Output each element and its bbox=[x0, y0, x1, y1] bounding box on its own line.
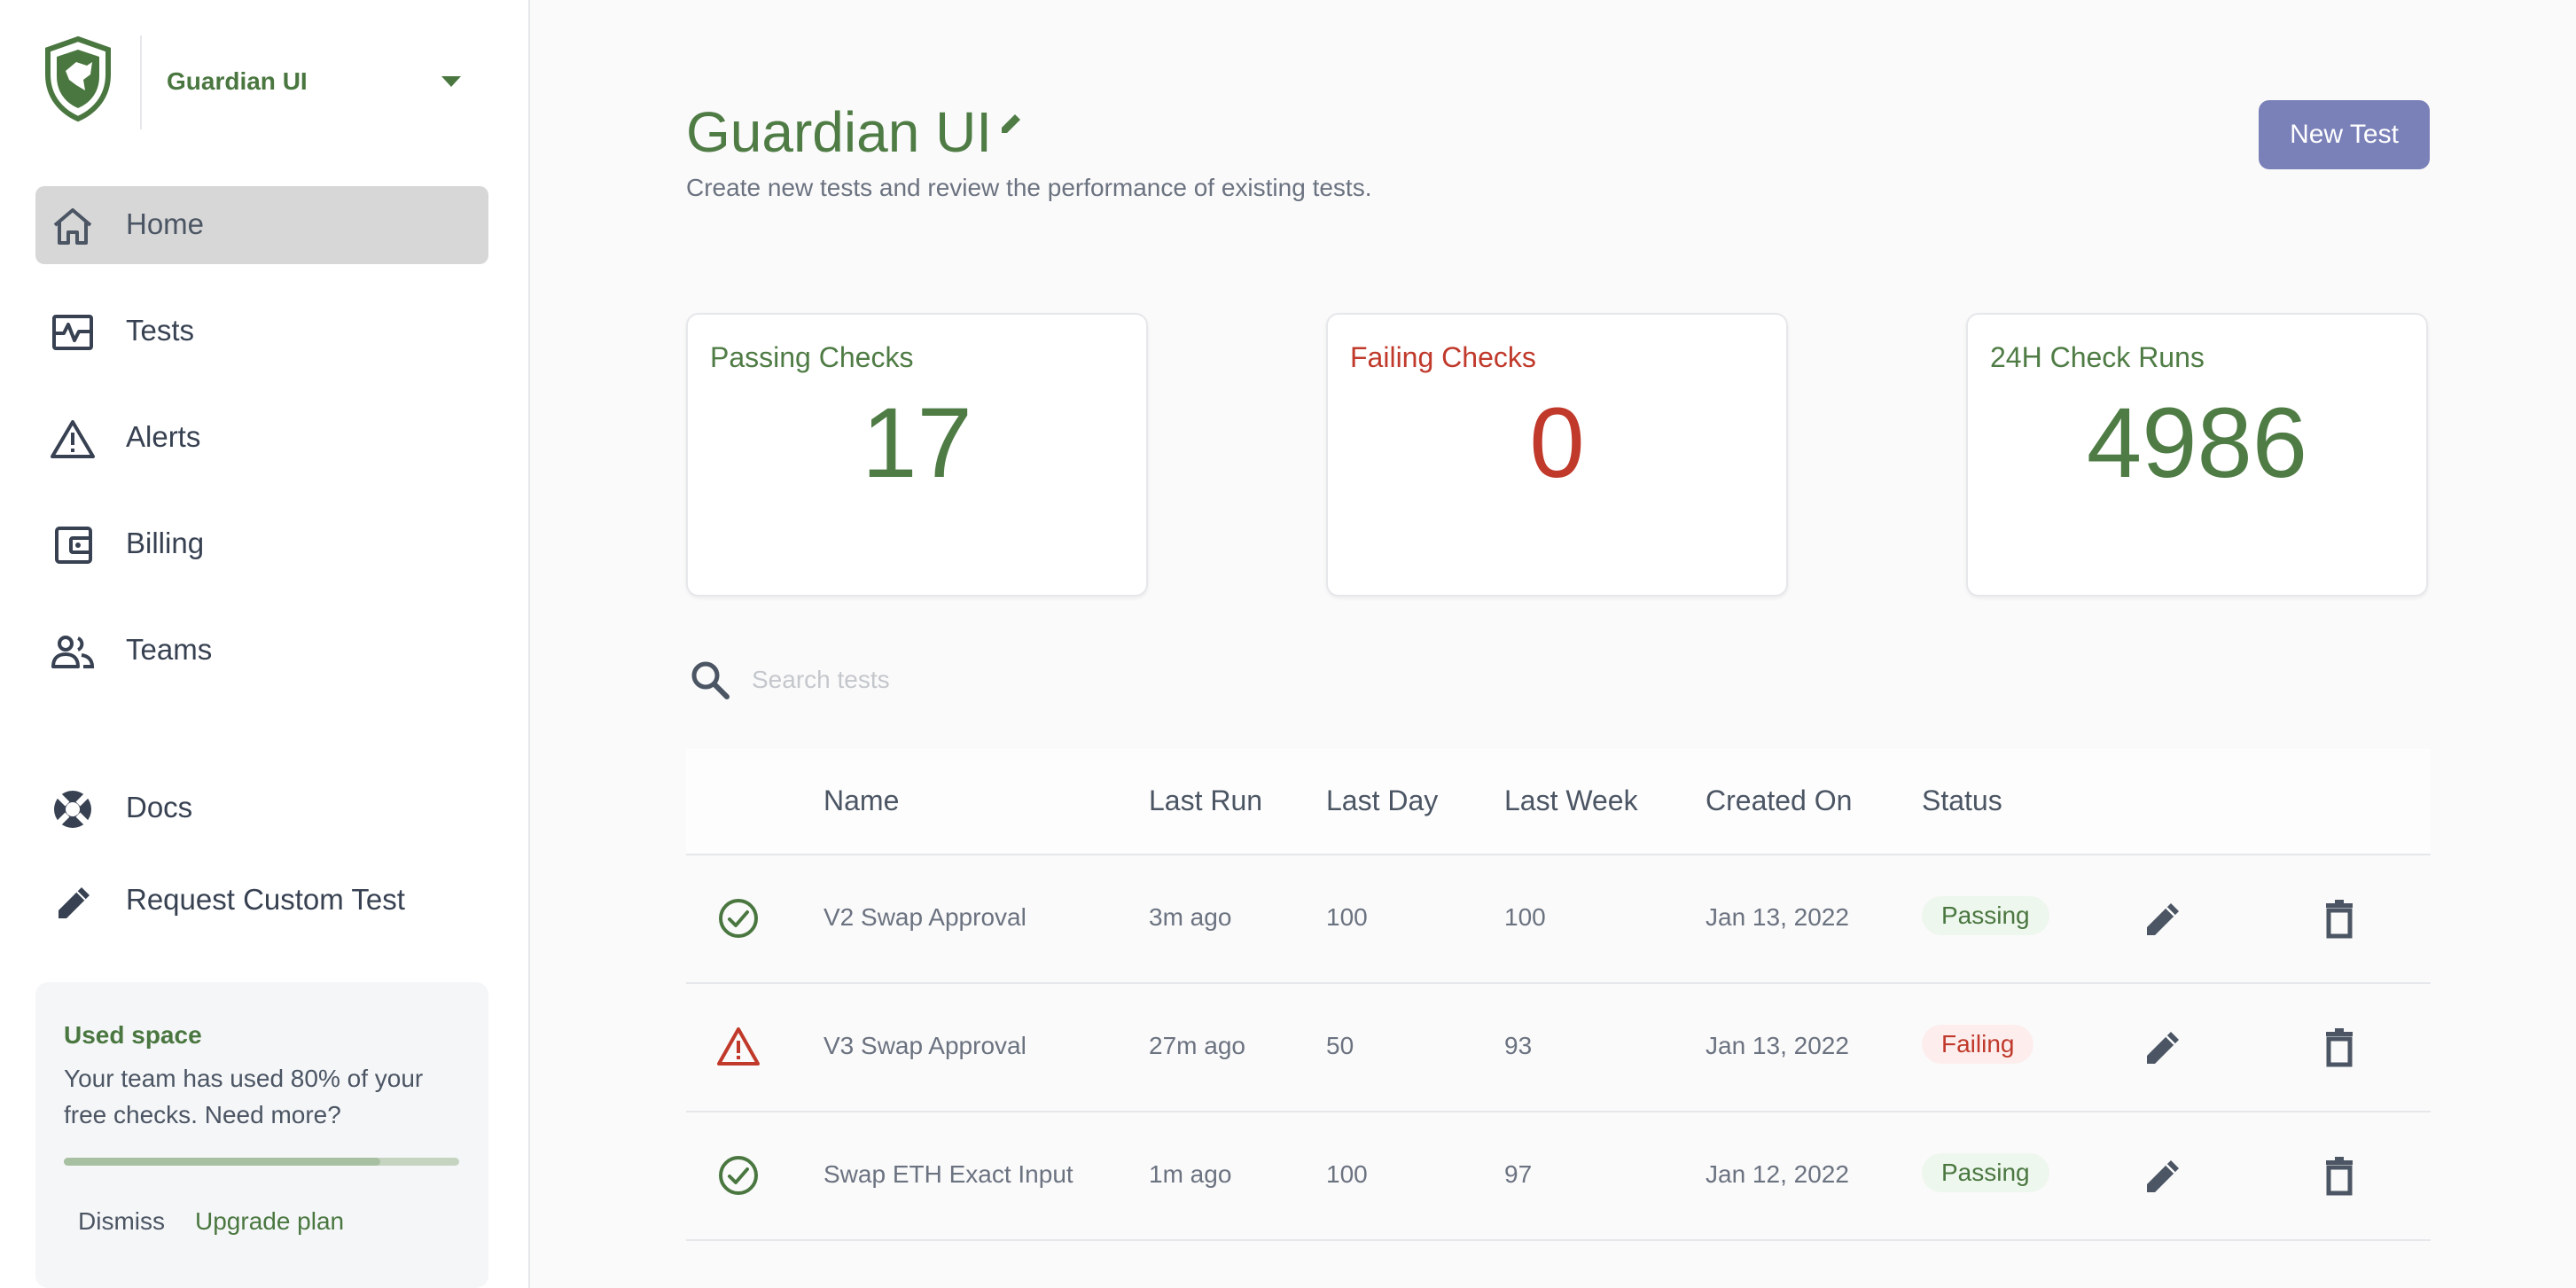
brand-divider bbox=[140, 35, 142, 129]
usage-progress-bar bbox=[64, 1158, 459, 1166]
sidebar: Guardian UI Home Tests Alerts Billing Te… bbox=[0, 0, 530, 1288]
column-header-status[interactable]: Status bbox=[1922, 785, 2002, 817]
nav-item-request-custom-test[interactable]: Request Custom Test bbox=[35, 862, 488, 940]
trash-icon[interactable] bbox=[2317, 896, 2361, 941]
last-day: 100 bbox=[1326, 903, 1368, 931]
dismiss-button[interactable]: Dismiss bbox=[78, 1207, 165, 1236]
nav-item-docs[interactable]: Docs bbox=[35, 769, 488, 847]
warning-icon bbox=[51, 420, 95, 458]
column-header-last-day[interactable]: Last Day bbox=[1326, 785, 1438, 817]
created-on: Jan 12, 2022 bbox=[1706, 1160, 1849, 1188]
usage-card: Used space Your team has used 80% of you… bbox=[35, 982, 488, 1288]
nav-item-label: Teams bbox=[126, 633, 213, 666]
chevron-down-icon[interactable] bbox=[441, 76, 461, 87]
pencil-icon bbox=[59, 887, 90, 918]
last-day: 100 bbox=[1326, 1160, 1368, 1188]
nav-item-label: Alerts bbox=[126, 420, 201, 453]
nav-item-label: Request Custom Test bbox=[126, 883, 405, 916]
stat-card-passing: Passing Checks 17 bbox=[686, 313, 1148, 597]
team-switcher[interactable]: Guardian UI bbox=[43, 35, 486, 133]
column-header-last-week[interactable]: Last Week bbox=[1504, 785, 1638, 817]
last-day: 50 bbox=[1326, 1032, 1354, 1059]
warning-icon bbox=[717, 1027, 760, 1066]
table-row[interactable]: V2 Swap Approval 3m ago 100 100 Jan 13, … bbox=[686, 855, 2431, 984]
status-badge: Passing bbox=[1922, 1153, 2049, 1192]
check-circle-icon bbox=[719, 899, 758, 938]
nav-item-label: Home bbox=[126, 207, 205, 240]
team-name: Guardian UI bbox=[167, 67, 308, 95]
test-name[interactable]: V3 Swap Approval bbox=[824, 1032, 1026, 1060]
stat-card-check-runs: 24H Check Runs 4986 bbox=[1966, 313, 2428, 597]
created-on: Jan 13, 2022 bbox=[1706, 903, 1849, 931]
column-header-created-on[interactable]: Created On bbox=[1706, 785, 1852, 817]
nav-item-home[interactable]: Home bbox=[35, 186, 488, 264]
last-week: 97 bbox=[1504, 1160, 1533, 1188]
check-circle-icon bbox=[719, 1156, 758, 1195]
table-row[interactable]: Swap ETH Exact Input 1m ago 100 97 Jan 1… bbox=[686, 1112, 2431, 1241]
table-header: Name Last Run Last Day Last Week Created… bbox=[686, 749, 2431, 855]
usage-title: Used space bbox=[64, 1021, 202, 1049]
home-icon bbox=[53, 208, 92, 245]
last-run: 1m ago bbox=[1149, 1160, 1232, 1188]
people-icon bbox=[51, 636, 95, 668]
status-badge: Failing bbox=[1922, 1025, 2034, 1064]
stat-card-failing: Failing Checks 0 bbox=[1326, 313, 1788, 597]
wallet-icon bbox=[55, 527, 92, 564]
nav-item-billing[interactable]: Billing bbox=[35, 505, 488, 583]
edit-title-icon[interactable] bbox=[998, 110, 1025, 137]
column-header-last-run[interactable]: Last Run bbox=[1149, 785, 1262, 817]
last-run: 27m ago bbox=[1149, 1032, 1245, 1059]
page-subtitle: Create new tests and review the performa… bbox=[686, 174, 1372, 201]
nav-item-tests[interactable]: Tests bbox=[35, 293, 488, 371]
trash-icon[interactable] bbox=[2317, 1153, 2361, 1198]
edit-icon[interactable] bbox=[2142, 896, 2186, 941]
status-badge: Passing bbox=[1922, 896, 2049, 935]
usage-progress-fill bbox=[64, 1158, 380, 1166]
search-input[interactable] bbox=[750, 661, 1374, 699]
trash-icon[interactable] bbox=[2317, 1025, 2361, 1069]
column-header-name[interactable]: Name bbox=[824, 785, 899, 817]
tests-table: Name Last Run Last Day Last Week Created… bbox=[686, 749, 2431, 1241]
pulse-icon bbox=[52, 315, 93, 350]
last-week: 100 bbox=[1504, 903, 1546, 931]
edit-icon[interactable] bbox=[2142, 1153, 2186, 1198]
upgrade-plan-link[interactable]: Upgrade plan bbox=[195, 1207, 344, 1236]
guardian-shield-logo bbox=[45, 35, 111, 122]
test-name[interactable]: V2 Swap Approval bbox=[824, 903, 1026, 932]
last-week: 93 bbox=[1504, 1032, 1533, 1059]
created-on: Jan 13, 2022 bbox=[1706, 1032, 1849, 1059]
nav-item-label: Billing bbox=[126, 527, 205, 559]
nav-item-alerts[interactable]: Alerts bbox=[35, 399, 488, 477]
stat-value: 17 bbox=[862, 387, 972, 498]
new-test-button[interactable]: New Test bbox=[2259, 100, 2430, 169]
nav-item-label: Tests bbox=[126, 314, 195, 347]
stat-label: 24H Check Runs bbox=[1990, 341, 2205, 373]
edit-icon[interactable] bbox=[2142, 1025, 2186, 1069]
table-row[interactable]: V3 Swap Approval 27m ago 50 93 Jan 13, 2… bbox=[686, 984, 2431, 1112]
search-icon bbox=[691, 661, 730, 699]
lifebuoy-icon bbox=[54, 791, 91, 828]
nav-item-label: Docs bbox=[126, 791, 193, 824]
stat-value: 0 bbox=[1529, 387, 1585, 498]
page-title: Guardian UI bbox=[686, 100, 993, 164]
last-run: 3m ago bbox=[1149, 903, 1232, 931]
test-name[interactable]: Swap ETH Exact Input bbox=[824, 1160, 1073, 1189]
stat-label: Passing Checks bbox=[710, 341, 914, 373]
stat-value: 4986 bbox=[2086, 387, 2308, 498]
nav-item-teams[interactable]: Teams bbox=[35, 612, 488, 690]
stat-label: Failing Checks bbox=[1350, 341, 1536, 373]
usage-description: Your team has used 80% of your free chec… bbox=[64, 1065, 424, 1128]
